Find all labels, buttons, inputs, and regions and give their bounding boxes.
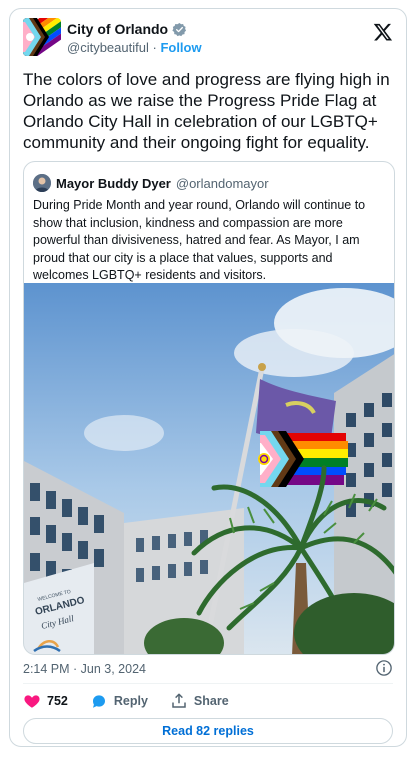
reply-button[interactable]: Reply xyxy=(90,692,148,710)
divider xyxy=(23,683,393,684)
quoted-text: During Pride Month and year round, Orlan… xyxy=(33,198,366,282)
handle-row: @citybeautiful · Follow xyxy=(67,40,202,55)
share-label: Share xyxy=(193,694,229,708)
heart-icon xyxy=(24,695,40,708)
action-bar: 752 Reply Share xyxy=(23,692,251,710)
verified-badge-icon xyxy=(172,22,187,36)
info-icon[interactable] xyxy=(375,659,393,677)
quoted-avatar xyxy=(33,174,51,192)
avatar[interactable] xyxy=(23,18,61,56)
read-replies-button[interactable]: Read 82 replies xyxy=(23,718,393,744)
quoted-author-name: Mayor Buddy Dyer xyxy=(56,175,171,191)
x-logo-icon[interactable] xyxy=(373,22,393,42)
follow-button[interactable]: Follow xyxy=(160,40,201,55)
quoted-author-handle: @orlandomayor xyxy=(175,175,269,191)
reply-icon xyxy=(92,695,105,708)
like-count: 752 xyxy=(47,694,68,708)
tweet-text: The colors of love and progress are flyi… xyxy=(23,70,390,152)
name-row: City of Orlando xyxy=(67,21,187,37)
reply-label: Reply xyxy=(113,694,148,708)
share-button[interactable]: Share xyxy=(170,692,229,710)
author-name[interactable]: City of Orlando xyxy=(67,21,168,37)
tweet-header: City of Orlando @citybeautiful · Follow xyxy=(23,18,393,62)
tweet-card: City of Orlando @citybeautiful · Follow … xyxy=(9,8,407,747)
quoted-tweet[interactable]: Mayor Buddy Dyer @orlandomayor During Pr… xyxy=(23,161,395,655)
read-replies-label: Read 82 replies xyxy=(162,724,254,738)
like-button[interactable]: 752 xyxy=(23,692,68,710)
tweet-timestamp[interactable]: 2:14 PM · Jun 3, 2024 xyxy=(23,662,146,676)
author-handle[interactable]: @citybeautiful xyxy=(67,40,149,55)
quoted-photo[interactable]: WELCOME TO ORLANDO City Hall xyxy=(24,283,395,655)
share-icon xyxy=(172,693,186,708)
quoted-header: Mayor Buddy Dyer @orlandomayor xyxy=(33,174,269,192)
